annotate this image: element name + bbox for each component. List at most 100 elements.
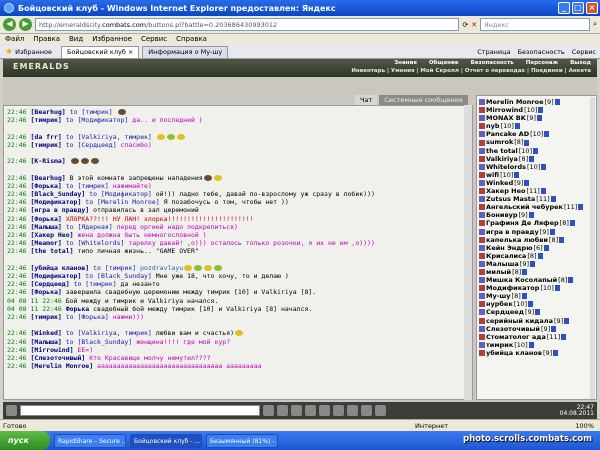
message-recipient[interactable]: to [тимрик] [93,264,136,272]
user-name[interactable]: Хакер Нео [486,187,525,195]
user-list-item[interactable]: Кейн Эндрю [6] [479,244,594,252]
info-icon[interactable] [514,123,520,130]
url-field[interactable]: http://emeraldscity.combats.com/buttons.… [35,18,460,31]
info-icon[interactable] [544,131,550,138]
user-name[interactable]: капелька любви [486,236,548,244]
user-list-item[interactable]: Графиня Де Ляфер [8] [479,219,594,227]
message-author[interactable]: [Mirrowind] [31,346,74,354]
user-list-item[interactable]: Модификатор [10] [479,284,594,292]
user-list-item[interactable]: Winked [9] [479,179,594,187]
menu-tools[interactable]: Сервис [141,34,167,45]
info-icon[interactable] [551,325,557,332]
user-list-item[interactable]: Слезоточивый [9] [479,325,594,333]
security-menu[interactable]: Безопасность [518,48,565,56]
message-author[interactable]: [Слезоточивый] [31,354,86,362]
chat-input[interactable] [20,405,260,416]
user-list-item[interactable]: Бонивур [9] [479,211,594,219]
info-icon[interactable] [569,220,575,227]
message-recipient[interactable]: to [Ядерная] [66,223,113,231]
info-icon[interactable] [535,309,541,316]
message-author[interactable]: [тимрик] [31,116,62,124]
user-name[interactable]: the total [486,147,518,155]
message-author[interactable]: Форька [66,305,89,313]
message-time[interactable]: 22:46 [7,116,27,124]
message-author[interactable]: [тимрик] [31,313,62,321]
message-author[interactable]: [Сердцеед] [31,280,70,288]
user-list-item[interactable]: Pancake AD [10] [479,130,594,138]
user-list-item[interactable]: Му-шу [8] [479,292,594,300]
user-list-item[interactable]: Сердцеед [9] [479,308,594,316]
user-name[interactable]: Му-шу [486,292,511,300]
message-recipient[interactable]: to [Merelin Monroe] [85,198,159,206]
search-input[interactable]: Яндекс [480,18,591,31]
shield-icon[interactable] [361,405,372,416]
info-icon[interactable] [549,228,555,235]
message-time[interactable]: 22:46 [7,231,27,239]
info-icon[interactable] [543,244,549,251]
send-icon[interactable] [263,405,274,416]
user-list-item[interactable]: тимрик [10] [479,341,594,349]
menu-favorites[interactable]: Избранное [92,34,132,45]
user-list-item[interactable]: Малыша [9] [479,260,594,268]
message-author[interactable]: [убийца кланов] [31,264,90,272]
message-author[interactable]: [игра в правду] [31,206,90,214]
message-time[interactable]: 22:46 [7,264,27,272]
user-list-item[interactable]: Merelin Monroe [9] [479,98,594,106]
user-list-item[interactable]: нурбек [10] [479,300,594,308]
menu-exit[interactable]: Выход [570,60,591,66]
info-icon[interactable] [568,277,574,284]
user-list-item[interactable]: wifi [10] [479,171,594,179]
message-time[interactable]: 22:46 [7,182,27,190]
message-author[interactable]: [Winked] [31,329,62,337]
menu-edit[interactable]: Правка [33,34,60,45]
user-list-item[interactable]: Ангельский чебурек [11] [479,203,594,211]
tools-menu[interactable]: Сервис [572,48,596,56]
user-list-item[interactable]: Valkiriya [8] [479,155,594,163]
message-time[interactable]: 22:46 [7,174,27,182]
message-time[interactable]: 04 08 11 22:46 [7,305,62,313]
tab-mushu-info[interactable]: Информация о Му-шу [142,45,229,58]
menu-communication[interactable]: Общение [429,60,459,66]
smiles-icon[interactable] [291,405,302,416]
close-button[interactable]: × [586,2,598,14]
minimize-button[interactable]: _ [558,2,570,14]
message-time[interactable]: 22:46 [7,338,27,346]
taskbar-item-untitled[interactable]: Безымянный (81%) - ... [206,433,278,448]
kettle-icon[interactable] [347,405,358,416]
message-time[interactable]: 22:46 [7,190,27,198]
user-name[interactable]: милый [486,268,511,276]
message-recipient[interactable]: to [тимрик] [74,280,117,288]
user-list-item[interactable]: убийца кланов [9] [479,349,594,357]
message-recipient[interactable]: to [тимрик] [70,108,113,116]
message-author[interactable]: [Модификатор] [31,198,82,206]
message-recipient[interactable]: to [Модификатор] [89,190,152,198]
message-recipient[interactable]: to [Black_Sunday] [66,338,133,346]
message-time[interactable]: 22:46 [7,346,27,354]
translit-icon[interactable] [305,405,316,416]
message-author[interactable]: [Форька] [31,288,62,296]
info-icon[interactable] [522,269,528,276]
message-time[interactable]: 22:46 [7,362,27,370]
stop-icon[interactable]: ✕ [471,21,477,29]
info-icon[interactable] [528,301,534,308]
message-time[interactable]: 22:46 [7,272,27,280]
message-author[interactable]: [Модификатор] [31,272,82,280]
menu-view[interactable]: Вид [69,34,83,45]
page-menu[interactable]: Страница [477,48,510,56]
user-name[interactable]: Малыша [486,260,519,268]
filter-icon[interactable] [319,405,330,416]
message-recipient[interactable]: to [Valkiriya, тимрик] [66,329,152,337]
message-time[interactable]: 04 08 11 22:46 [7,297,62,305]
message-time[interactable]: 22:46 [7,280,27,288]
tab-system-messages[interactable]: Системные сообщения [379,95,468,105]
user-list-item[interactable]: Крисалиса [8] [479,252,594,260]
message-time[interactable]: 22:46 [7,133,27,141]
user-name[interactable]: Pancake AD [486,130,529,138]
message-recipient[interactable]: to [Форька] [66,313,109,321]
user-name[interactable]: Whitelords [486,163,526,171]
message-time[interactable]: 22:46 [7,247,27,255]
game-submenu[interactable]: Инвентарь | Умения | Мой Скролл | Отчет … [351,68,591,74]
info-icon[interactable] [536,115,542,122]
message-author[interactable]: [Форька] [31,182,62,190]
user-name[interactable]: Merelin Monroe [486,98,543,106]
